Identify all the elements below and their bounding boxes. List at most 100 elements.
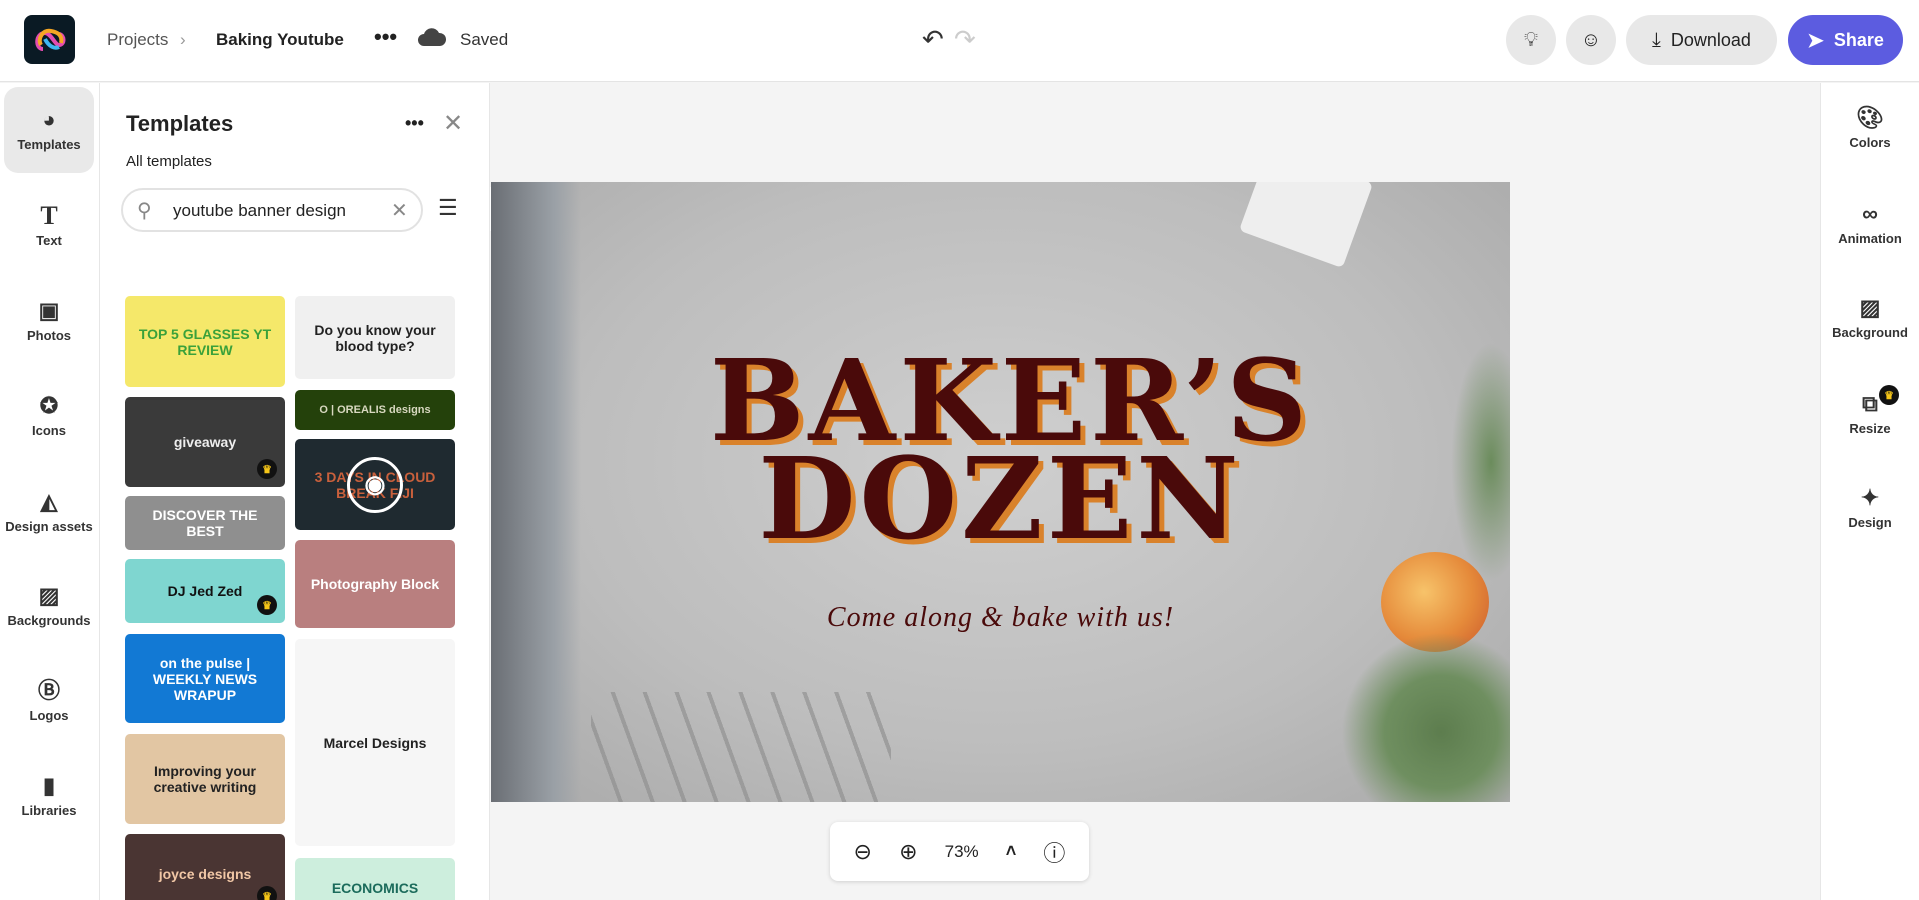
rail-item-resize[interactable]: ⧉ Resize ♛ — [1825, 371, 1915, 457]
template-thumbnail[interactable]: TOP 5 GLASSES YT REVIEW — [125, 296, 285, 387]
resize-icon: ⧉ — [1862, 390, 1878, 416]
template-thumbnail[interactable]: Marcel Designs — [295, 639, 455, 846]
rail-item-logos[interactable]: Ⓑ Logos — [4, 658, 94, 744]
template-thumbnail-text: Photography Block — [310, 576, 440, 592]
clear-search-icon[interactable]: ✕ — [391, 198, 408, 223]
title-text[interactable]: BAKER’S DOZEN — [491, 346, 1510, 565]
rail-item-colors[interactable]: 🎨︎ Colors — [1825, 85, 1915, 171]
panel-subtitle[interactable]: All templates — [126, 153, 212, 170]
zoom-controls: ⊖ ⊕ 73% ˄ ⓘ — [830, 822, 1089, 881]
title-line-2: DOZEN — [758, 434, 1243, 565]
rail-label: Colors — [1849, 134, 1891, 150]
search-icon: ⚲ — [137, 200, 152, 222]
template-thumbnail[interactable]: O | OREALIS designs — [295, 390, 455, 430]
rail-label: Logos — [29, 707, 69, 723]
napkin-decoration — [1238, 182, 1374, 269]
download-icon: ⤓ — [1652, 28, 1661, 51]
design-canvas[interactable]: BAKER’S DOZEN Come along & bake with us! — [491, 182, 1510, 802]
design-assets-icon: ◭ — [40, 488, 58, 514]
breadcrumb-chevron-icon: › — [180, 30, 186, 49]
rail-label: Icons — [32, 422, 66, 438]
rail-label: Backgrounds — [7, 612, 91, 628]
template-thumbnail[interactable]: on the pulse | WEEKLY NEWS WRAPUP — [125, 634, 285, 723]
save-status: Saved — [460, 30, 509, 49]
preview-eye-icon[interactable]: ◉ — [347, 456, 403, 513]
template-thumbnail-text: joyce designs — [158, 866, 252, 882]
rail-label: Photos — [26, 327, 72, 343]
template-thumbnail[interactable]: 3 DAYS IN CLOUD BREAK FIJI ◉ — [295, 439, 455, 530]
animation-icon: ∞ — [1862, 200, 1878, 226]
template-thumbnail-text: on the pulse | WEEKLY NEWS WRAPUP — [152, 654, 258, 703]
undo-icon[interactable]: ↶ — [922, 24, 944, 55]
rail-item-backgrounds[interactable]: ▨ Backgrounds — [4, 563, 94, 649]
premium-crown-icon: ♛ — [257, 886, 277, 900]
template-thumbnail[interactable]: ECONOMICS — [295, 858, 455, 900]
lightbulb-icon: 💡︎ — [1524, 28, 1538, 51]
panel-title: Templates — [126, 111, 234, 136]
background-icon: ▨ — [1859, 294, 1881, 320]
premium-crown-icon: ♛ — [257, 595, 277, 615]
libraries-icon: ▮ — [42, 772, 56, 798]
magic-wand-icon: ✦ — [1860, 484, 1880, 510]
rail-item-libraries[interactable]: ▮ Libraries — [4, 753, 94, 839]
template-thumbnail-text: Do you know your blood type? — [314, 321, 436, 354]
rail-label: Templates — [17, 136, 81, 152]
template-thumbnail[interactable]: joyce designs ♛ — [125, 834, 285, 900]
template-thumbnail-text: O | OREALIS designs — [319, 404, 431, 416]
project-name[interactable]: Baking Youtube — [216, 30, 344, 50]
right-rail: 🎨︎ Colors ∞ Animation ▨ Background ⧉ Resize ♛… — [1820, 83, 1919, 900]
add-user-icon: ☺ — [1580, 28, 1602, 51]
zoom-level[interactable]: 73% — [945, 842, 979, 862]
zoom-out-icon[interactable]: ⊖ — [854, 839, 872, 865]
template-thumbnail[interactable]: Do you know your blood type? — [295, 296, 455, 379]
rail-item-background[interactable]: ▨ Background — [1825, 275, 1915, 361]
more-options-icon[interactable]: ••• — [374, 24, 397, 50]
app-logo[interactable] — [24, 15, 75, 64]
template-thumbnail[interactable]: DISCOVER THE BEST — [125, 496, 285, 550]
template-thumbnail-text: Marcel Designs — [323, 734, 427, 751]
download-label: Download — [1670, 29, 1751, 50]
backgrounds-icon: ▨ — [38, 582, 60, 608]
close-icon[interactable]: ✕ — [443, 109, 463, 138]
search-value: youtube banner design — [173, 201, 346, 220]
creative-cloud-icon — [34, 28, 65, 51]
rail-item-templates[interactable]: ◕ Templates — [4, 87, 94, 173]
rail-label: Animation — [1838, 230, 1902, 246]
filter-icon[interactable]: ☰ — [438, 195, 458, 221]
template-thumbnail[interactable]: Improving your creative writing — [125, 734, 285, 824]
panel-more-icon[interactable]: ••• — [405, 113, 424, 134]
template-thumbnail[interactable]: giveaway ♛ — [125, 397, 285, 487]
invite-button[interactable]: ☺ — [1566, 15, 1616, 65]
forks-image — [591, 692, 891, 802]
rail-item-icons[interactable]: ✪ Icons — [4, 373, 94, 459]
info-icon[interactable]: ⓘ — [1043, 836, 1065, 868]
template-thumbnail-text: giveaway — [173, 434, 237, 450]
search-input[interactable]: ⚲ youtube banner design ✕ — [121, 188, 423, 232]
template-thumbnail-text: Improving your creative writing — [153, 763, 257, 795]
template-thumbnail-text: DISCOVER THE BEST — [152, 507, 258, 539]
template-thumbnail[interactable]: DJ Jed Zed ♛ — [125, 559, 285, 623]
rail-label: Design — [1848, 514, 1892, 530]
rail-label: Design assets — [5, 518, 93, 534]
template-thumbnail-text: ECONOMICS — [331, 880, 419, 896]
redo-icon[interactable]: ↷ — [954, 24, 976, 55]
tagline-text[interactable]: Come along & bake with us! — [491, 602, 1510, 634]
template-thumbnail[interactable]: Photography Block — [295, 540, 455, 628]
ideas-button[interactable]: 💡︎ — [1506, 15, 1556, 65]
rail-item-animation[interactable]: ∞ Animation — [1825, 181, 1915, 267]
logos-icon: Ⓑ — [37, 677, 60, 703]
share-button[interactable]: ➤ Share — [1788, 15, 1903, 65]
rail-label: Libraries — [21, 802, 77, 818]
rail-item-design-assets[interactable]: ◭ Design assets — [4, 469, 94, 555]
leaves-image — [1341, 632, 1510, 802]
rail-item-design[interactable]: ✦ Design — [1825, 465, 1915, 551]
rail-item-photos[interactable]: ▣ Photos — [4, 278, 94, 364]
zoom-in-icon[interactable]: ⊕ — [899, 839, 917, 865]
rail-item-text[interactable]: T Text — [4, 183, 94, 269]
download-button[interactable]: ⤓ Download — [1626, 15, 1777, 65]
breadcrumb-projects[interactable]: Projects — [107, 30, 168, 50]
palette-icon: 🎨︎ — [1856, 104, 1884, 130]
templates-icon: ◕ — [42, 106, 56, 132]
left-rail: ◕ Templates T Text ▣ Photos ✪ Icons ◭ Design … — [0, 83, 100, 900]
chevron-up-icon[interactable]: ˄ — [1006, 841, 1017, 862]
